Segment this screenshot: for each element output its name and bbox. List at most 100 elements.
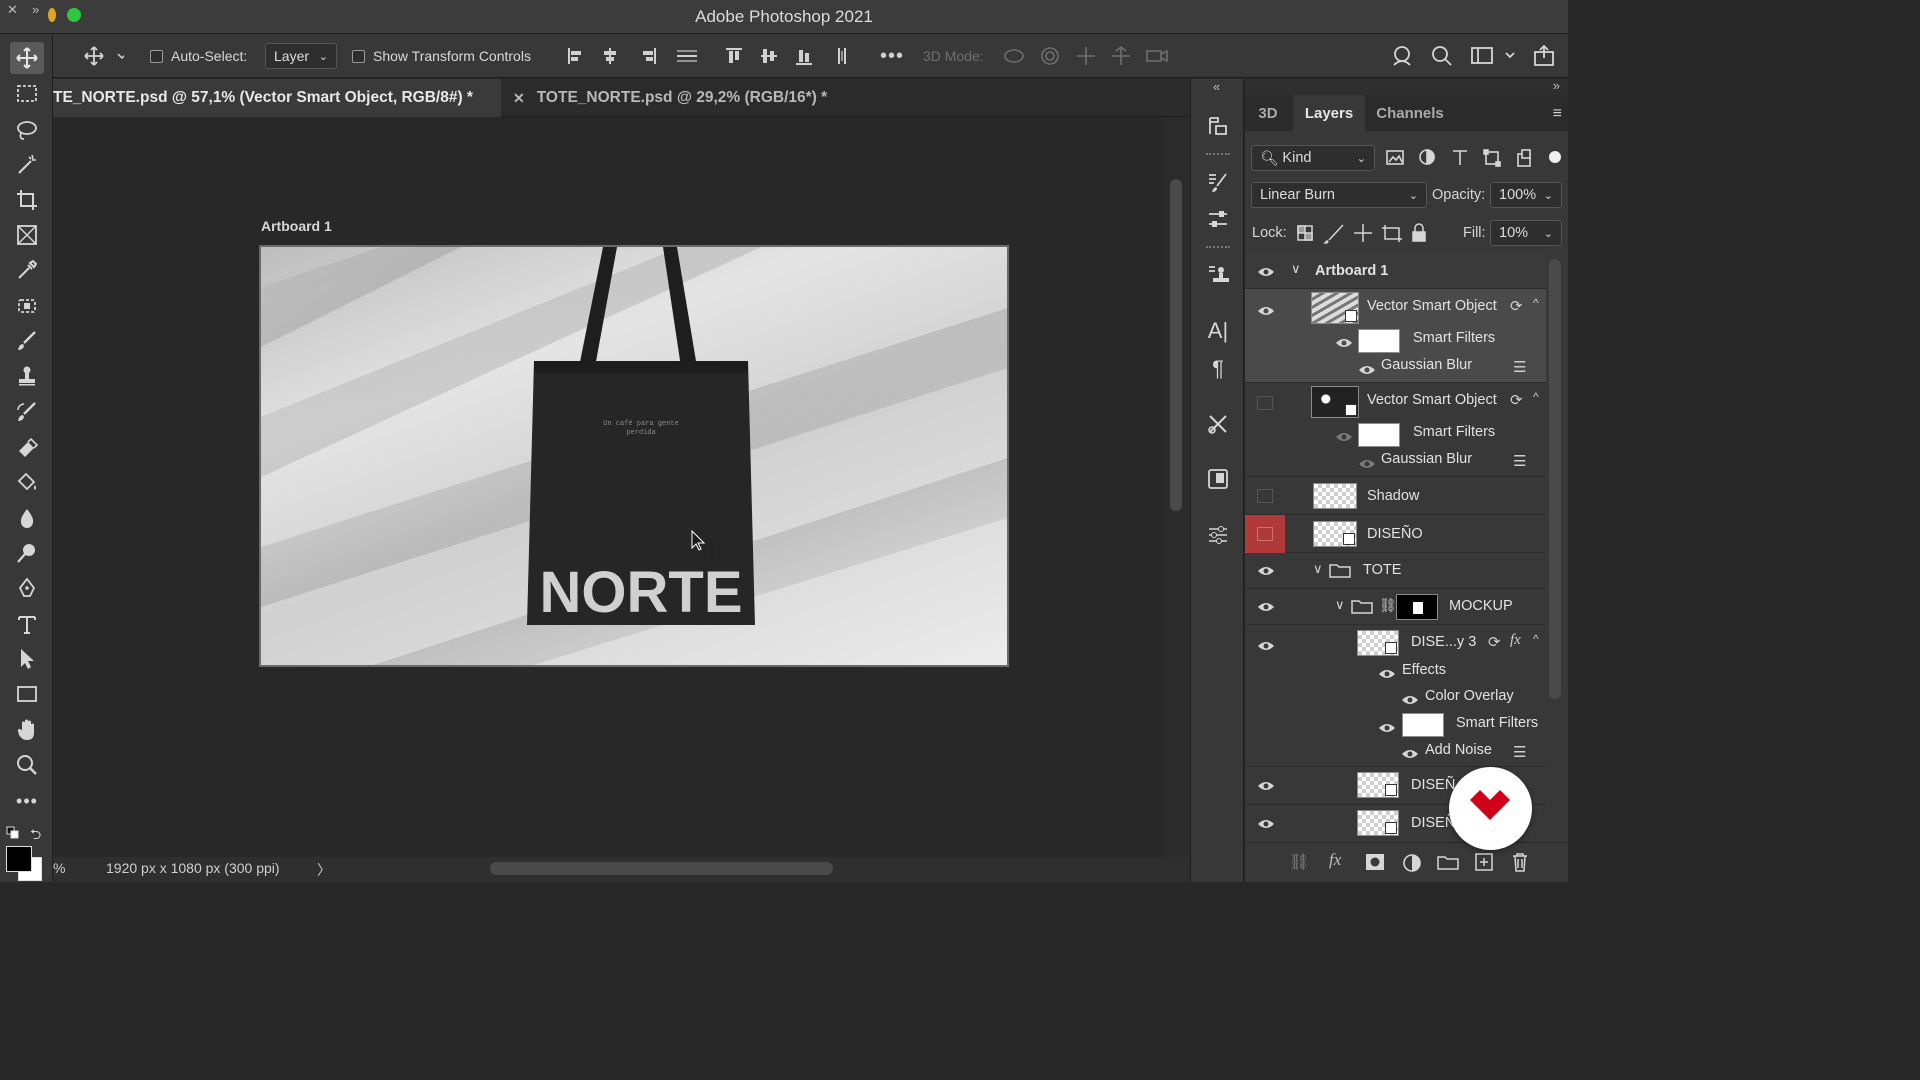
- artboard-label[interactable]: Artboard 1: [261, 218, 332, 234]
- eye-icon[interactable]: [1255, 635, 1277, 657]
- eye-icon[interactable]: [1255, 596, 1277, 618]
- adjustment-layer-icon[interactable]: [1402, 853, 1422, 873]
- layer-artboard[interactable]: ∨ Artboard 1: [1245, 255, 1546, 289]
- marquee-tool[interactable]: [10, 78, 44, 110]
- add-mask-icon[interactable]: [1365, 853, 1385, 871]
- close-tab-icon[interactable]: ✕: [513, 90, 525, 107]
- artboard[interactable]: Un café para gente perdida NORTE: [259, 245, 1009, 667]
- eye-icon[interactable]: [1376, 663, 1398, 685]
- eye-icon[interactable]: [1399, 743, 1421, 765]
- move-tool-preset[interactable]: [80, 34, 124, 78]
- document-info[interactable]: 1920 px x 1080 px (300 ppi): [106, 860, 280, 876]
- eye-icon[interactable]: [1333, 426, 1355, 448]
- history-panel-icon[interactable]: [1203, 111, 1233, 141]
- tab-document-2[interactable]: ✕ TOTE_NORTE.psd @ 29,2% (RGB/16*) *: [501, 79, 861, 117]
- tab-document-1[interactable]: TE_NORTE.psd @ 57,1% (Vector Smart Objec…: [53, 79, 501, 117]
- tools-panel-icon[interactable]: [1203, 409, 1233, 439]
- dodge-tool[interactable]: [10, 537, 44, 569]
- horizontal-scroll-thumb[interactable]: [490, 862, 833, 875]
- magic-wand-tool[interactable]: [10, 149, 44, 181]
- lasso-tool[interactable]: [10, 114, 44, 146]
- brush-tool[interactable]: [10, 325, 44, 357]
- filter-options-icon[interactable]: ☰: [1513, 743, 1526, 761]
- ellipsis-icon[interactable]: •••: [880, 45, 904, 68]
- character-panel-icon[interactable]: A|: [1203, 316, 1233, 346]
- visibility-toggle[interactable]: [1257, 396, 1273, 410]
- align-buttons[interactable]: [560, 44, 705, 68]
- show-transform-checkbox[interactable]: [352, 49, 365, 63]
- chevron-down-icon[interactable]: ∨: [1291, 261, 1301, 277]
- tab-channels[interactable]: Channels: [1367, 95, 1453, 131]
- layer-diseno-copy-3[interactable]: DISE...y 3 ⟳ fx ^ Effects Color Overlay …: [1245, 625, 1546, 767]
- blend-mode-dropdown[interactable]: Linear Burn ⌄: [1251, 182, 1427, 208]
- eye-icon[interactable]: [1356, 359, 1378, 381]
- clone-source-icon[interactable]: [1203, 260, 1233, 290]
- right-options-icons[interactable]: [1390, 43, 1560, 69]
- fill-field[interactable]: 10% ⌄: [1490, 220, 1562, 246]
- brush-settings-icon[interactable]: [1203, 167, 1233, 197]
- link-layers-icon[interactable]: ⛓︎: [1289, 852, 1309, 872]
- layer-vector-smart-object-2[interactable]: Vector Smart Object ⟳ ^ Smart Filters Ga…: [1245, 383, 1546, 477]
- foreground-color-swatch[interactable]: [6, 846, 32, 872]
- add-style-icon[interactable]: fx: [1329, 850, 1341, 870]
- blur-tool[interactable]: [10, 502, 44, 534]
- pen-tool[interactable]: [10, 572, 44, 604]
- opacity-field[interactable]: 100% ⌄: [1490, 182, 1562, 208]
- filter-options-icon[interactable]: ☰: [1513, 452, 1526, 470]
- tab-layers[interactable]: Layers: [1293, 95, 1365, 131]
- default-colors-icon[interactable]: [6, 826, 20, 843]
- eye-icon[interactable]: [1255, 813, 1277, 835]
- new-group-icon[interactable]: [1437, 854, 1459, 870]
- eye-icon[interactable]: [1333, 332, 1355, 354]
- auto-select-checkbox[interactable]: [150, 49, 163, 63]
- zoom-tool[interactable]: [10, 749, 44, 781]
- healing-brush-tool[interactable]: [10, 290, 44, 322]
- visibility-toggle-highlighted[interactable]: [1245, 515, 1285, 553]
- panel-menu-icon[interactable]: ≡: [1553, 105, 1562, 123]
- collapse-left-icon[interactable]: «: [1213, 79, 1220, 94]
- eye-icon[interactable]: [1356, 453, 1378, 475]
- clone-stamp-tool[interactable]: [10, 360, 44, 392]
- filter-kind-dropdown[interactable]: 🔍︎ Kind ⌄: [1251, 145, 1375, 171]
- rectangle-tool[interactable]: [10, 678, 44, 710]
- filter-type-icons[interactable]: [1383, 145, 1563, 171]
- layer-shadow[interactable]: Shadow: [1245, 477, 1546, 515]
- vertical-scroll-thumb[interactable]: [1170, 179, 1182, 511]
- tab-3d[interactable]: 3D: [1245, 95, 1291, 131]
- eye-icon[interactable]: [1255, 300, 1277, 322]
- layer-diseno[interactable]: DISEÑO: [1245, 515, 1546, 553]
- collapse-effects-icon[interactable]: ^: [1533, 390, 1539, 404]
- adjustments-icon[interactable]: [1203, 204, 1233, 234]
- new-layer-icon[interactable]: [1475, 853, 1493, 871]
- collapse-right-icon[interactable]: »: [1553, 78, 1560, 93]
- eye-icon[interactable]: [1255, 775, 1277, 797]
- paint-bucket-tool[interactable]: [10, 466, 44, 498]
- trash-icon[interactable]: [1511, 852, 1529, 872]
- layer-vector-smart-object-1[interactable]: Vector Smart Object ⟳ ^ Smart Filters Ga…: [1245, 289, 1546, 383]
- swap-colors-icon[interactable]: ⮌: [30, 824, 41, 848]
- hand-tool[interactable]: [10, 714, 44, 746]
- eyedropper-tool[interactable]: [10, 254, 44, 286]
- crop-tool[interactable]: [10, 184, 44, 216]
- filter-options-icon[interactable]: ☰: [1513, 358, 1526, 376]
- zoom-level[interactable]: %: [53, 860, 65, 876]
- lock-icons[interactable]: [1295, 221, 1435, 245]
- auto-select-dropdown[interactable]: Layer ⌄: [265, 43, 337, 69]
- collapse-effects-icon[interactable]: ^: [1533, 296, 1539, 310]
- type-tool[interactable]: [10, 608, 44, 640]
- eye-icon[interactable]: [1376, 717, 1398, 739]
- path-selection-tool[interactable]: [10, 643, 44, 675]
- properties-icon[interactable]: [1203, 520, 1233, 550]
- chevron-down-icon[interactable]: ∨: [1313, 561, 1323, 577]
- layers-scroll-thumb[interactable]: [1549, 259, 1561, 699]
- eye-icon[interactable]: [1255, 261, 1277, 283]
- eye-icon[interactable]: [1255, 560, 1277, 582]
- move-tool[interactable]: [10, 42, 44, 74]
- chevron-down-icon[interactable]: ∨: [1335, 597, 1345, 613]
- paragraph-panel-icon[interactable]: ¶: [1203, 354, 1233, 384]
- layer-group-tote[interactable]: ∨ TOTE: [1245, 553, 1546, 589]
- eye-icon[interactable]: [1399, 689, 1421, 711]
- collapse-effects-icon[interactable]: ^: [1533, 632, 1539, 646]
- fx-icon[interactable]: fx: [1510, 632, 1521, 649]
- layer-group-mockup[interactable]: ∨ ⛓︎ MOCKUP: [1245, 589, 1546, 625]
